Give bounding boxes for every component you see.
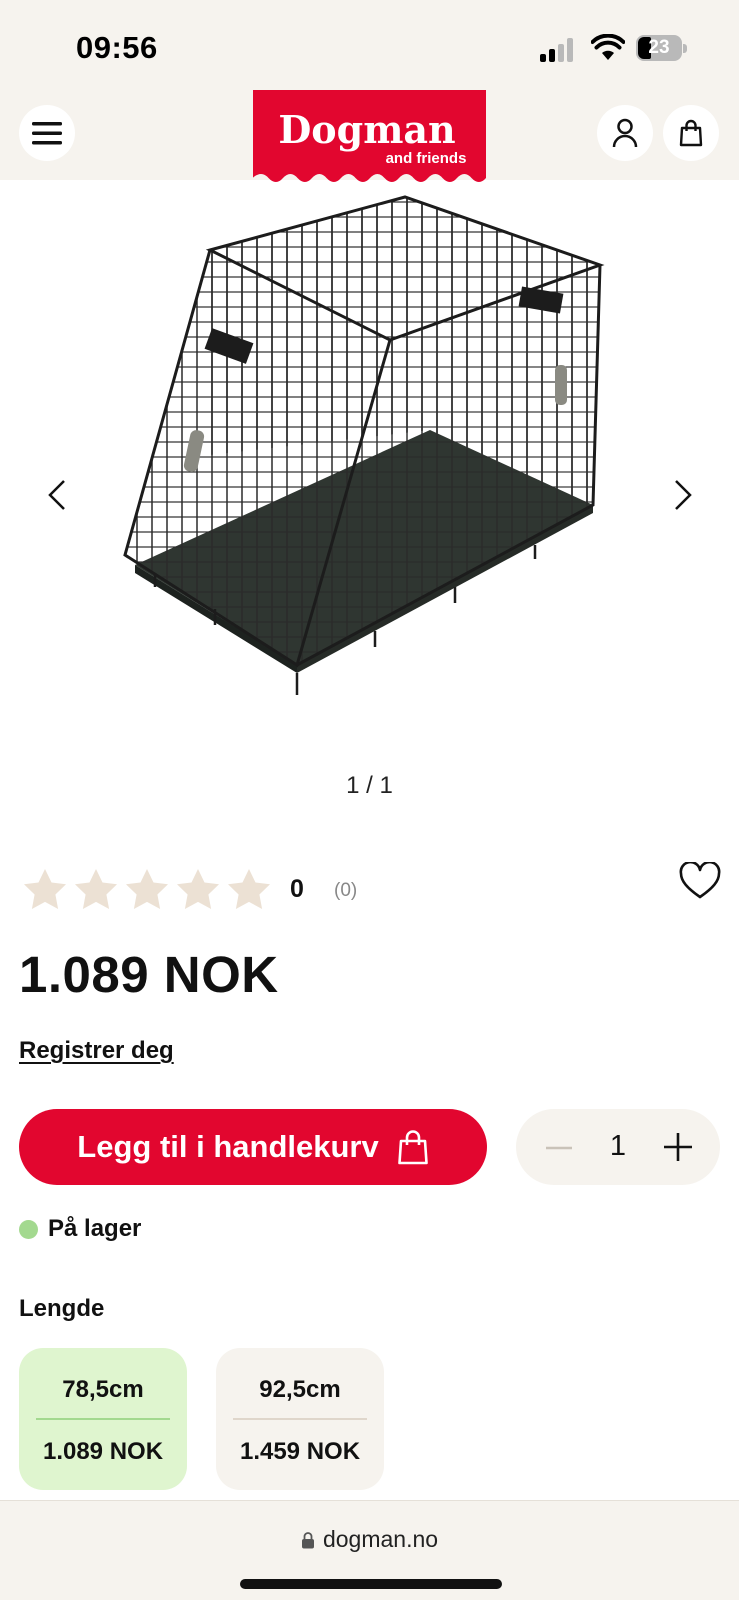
product-price: 1.089 NOK: [19, 946, 279, 1003]
image-counter: 1 / 1: [346, 772, 393, 799]
next-image-button[interactable]: [668, 475, 698, 515]
shopping-bag-icon: [679, 119, 703, 147]
variant-divider: [36, 1418, 170, 1420]
stock-status: På lager: [19, 1215, 141, 1243]
status-bar: 09:56 23: [0, 0, 739, 90]
user-icon: [612, 118, 638, 148]
star-icon: [177, 869, 219, 909]
battery-level: 23: [648, 37, 670, 58]
url-field[interactable]: dogman.no: [0, 1526, 739, 1553]
account-button[interactable]: [597, 105, 653, 161]
star-icon: [126, 869, 168, 909]
register-link[interactable]: Registrer deg: [19, 1037, 174, 1065]
hamburger-icon: [32, 122, 62, 145]
variant-price: 1.089 NOK: [42, 1438, 164, 1465]
star-icon: [75, 869, 117, 909]
shopping-bag-icon: [397, 1130, 428, 1165]
rating-count[interactable]: (0): [334, 880, 357, 902]
plus-icon[interactable]: [662, 1131, 694, 1163]
logo-sub-text: and friends: [386, 150, 467, 167]
menu-button[interactable]: [19, 105, 75, 161]
favorite-heart-icon[interactable]: [679, 862, 721, 900]
chevron-left-icon: [48, 480, 65, 510]
logo-main-text: Dogman: [278, 107, 455, 152]
in-stock-dot: [19, 1219, 38, 1239]
star-icon: [24, 869, 66, 909]
quantity-value[interactable]: 1: [596, 1130, 640, 1163]
rating-stars[interactable]: [23, 868, 278, 912]
url-text: dogman.no: [322, 1526, 439, 1552]
variant-price: 1.459 NOK: [239, 1438, 361, 1465]
lock-icon: [301, 1532, 314, 1549]
wifi-icon: [591, 34, 625, 60]
battery-icon: 23: [636, 35, 688, 63]
previous-image-button[interactable]: [42, 475, 72, 515]
browser-address-bar: dogman.no: [0, 1500, 739, 1600]
add-to-cart-label: Legg til i handlekurv: [77, 1129, 379, 1164]
star-icon: [228, 869, 270, 909]
rating-average: 0: [290, 875, 304, 903]
variant-size: 92,5cm: [259, 1376, 341, 1403]
variant-divider: [233, 1418, 367, 1420]
status-time: 09:56: [76, 30, 158, 65]
dogman-logo[interactable]: Dogman and friends: [252, 90, 486, 190]
product-image[interactable]: [115, 195, 615, 720]
variant-option[interactable]: 92,5cm 1.459 NOK: [216, 1348, 384, 1490]
site-header: Dogman and friends: [0, 90, 739, 182]
variant-option-selected[interactable]: 78,5cm 1.089 NOK: [19, 1348, 187, 1490]
minus-icon[interactable]: [544, 1133, 574, 1163]
add-to-cart-button[interactable]: Legg til i handlekurv: [19, 1109, 487, 1185]
stock-status-text: På lager: [48, 1215, 142, 1242]
variant-label: Lengde: [19, 1295, 105, 1322]
cellular-signal-icon: [540, 38, 576, 62]
quantity-stepper: 1: [516, 1109, 720, 1185]
cart-button[interactable]: [663, 105, 719, 161]
home-indicator[interactable]: [240, 1579, 502, 1589]
chevron-right-icon: [675, 480, 692, 510]
variant-size: 78,5cm: [62, 1376, 144, 1403]
